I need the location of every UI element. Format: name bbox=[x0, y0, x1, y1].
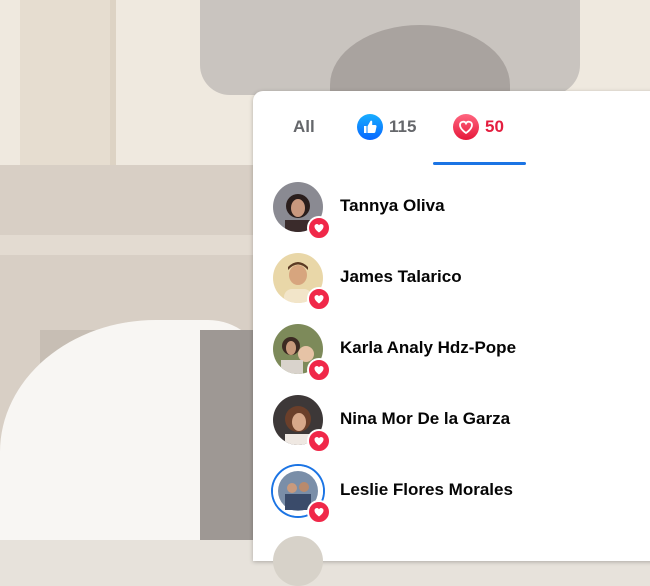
list-item[interactable]: Leslie Flores Morales bbox=[253, 463, 650, 534]
tab-like[interactable]: 115 bbox=[357, 91, 416, 163]
love-badge-icon bbox=[307, 287, 331, 311]
list-item[interactable]: James Talarico bbox=[253, 250, 650, 321]
tab-all[interactable]: All bbox=[293, 91, 315, 163]
list-item[interactable]: Nina Mor De la Garza bbox=[253, 392, 650, 463]
reactions-dialog: All 115 50 Tannya Oliva James Talarico K… bbox=[253, 91, 650, 586]
like-count: 115 bbox=[389, 117, 417, 136]
tab-all-label: All bbox=[293, 117, 315, 136]
love-icon bbox=[453, 114, 479, 140]
love-count: 50 bbox=[485, 117, 504, 136]
active-tab-indicator bbox=[433, 162, 526, 165]
tab-love[interactable]: 50 bbox=[453, 91, 504, 163]
reactor-name[interactable]: James Talarico bbox=[340, 267, 462, 287]
reactor-list: Tannya Oliva James Talarico Karla Analy … bbox=[253, 179, 650, 534]
love-badge-icon bbox=[307, 358, 331, 382]
love-badge-icon bbox=[307, 500, 331, 524]
reactor-name[interactable]: Nina Mor De la Garza bbox=[340, 409, 510, 429]
reactor-name[interactable]: Leslie Flores Morales bbox=[340, 480, 513, 500]
reactor-name[interactable]: Tannya Oliva bbox=[340, 196, 445, 216]
reactor-name[interactable]: Karla Analy Hdz-Pope bbox=[340, 338, 516, 358]
avatar[interactable] bbox=[273, 536, 323, 586]
like-icon bbox=[357, 114, 383, 140]
love-badge-icon bbox=[307, 429, 331, 453]
reaction-tabs: All 115 50 bbox=[253, 91, 650, 166]
love-badge-icon bbox=[307, 216, 331, 240]
list-item[interactable]: Karla Analy Hdz-Pope bbox=[253, 321, 650, 392]
list-item[interactable]: Tannya Oliva bbox=[253, 179, 650, 250]
